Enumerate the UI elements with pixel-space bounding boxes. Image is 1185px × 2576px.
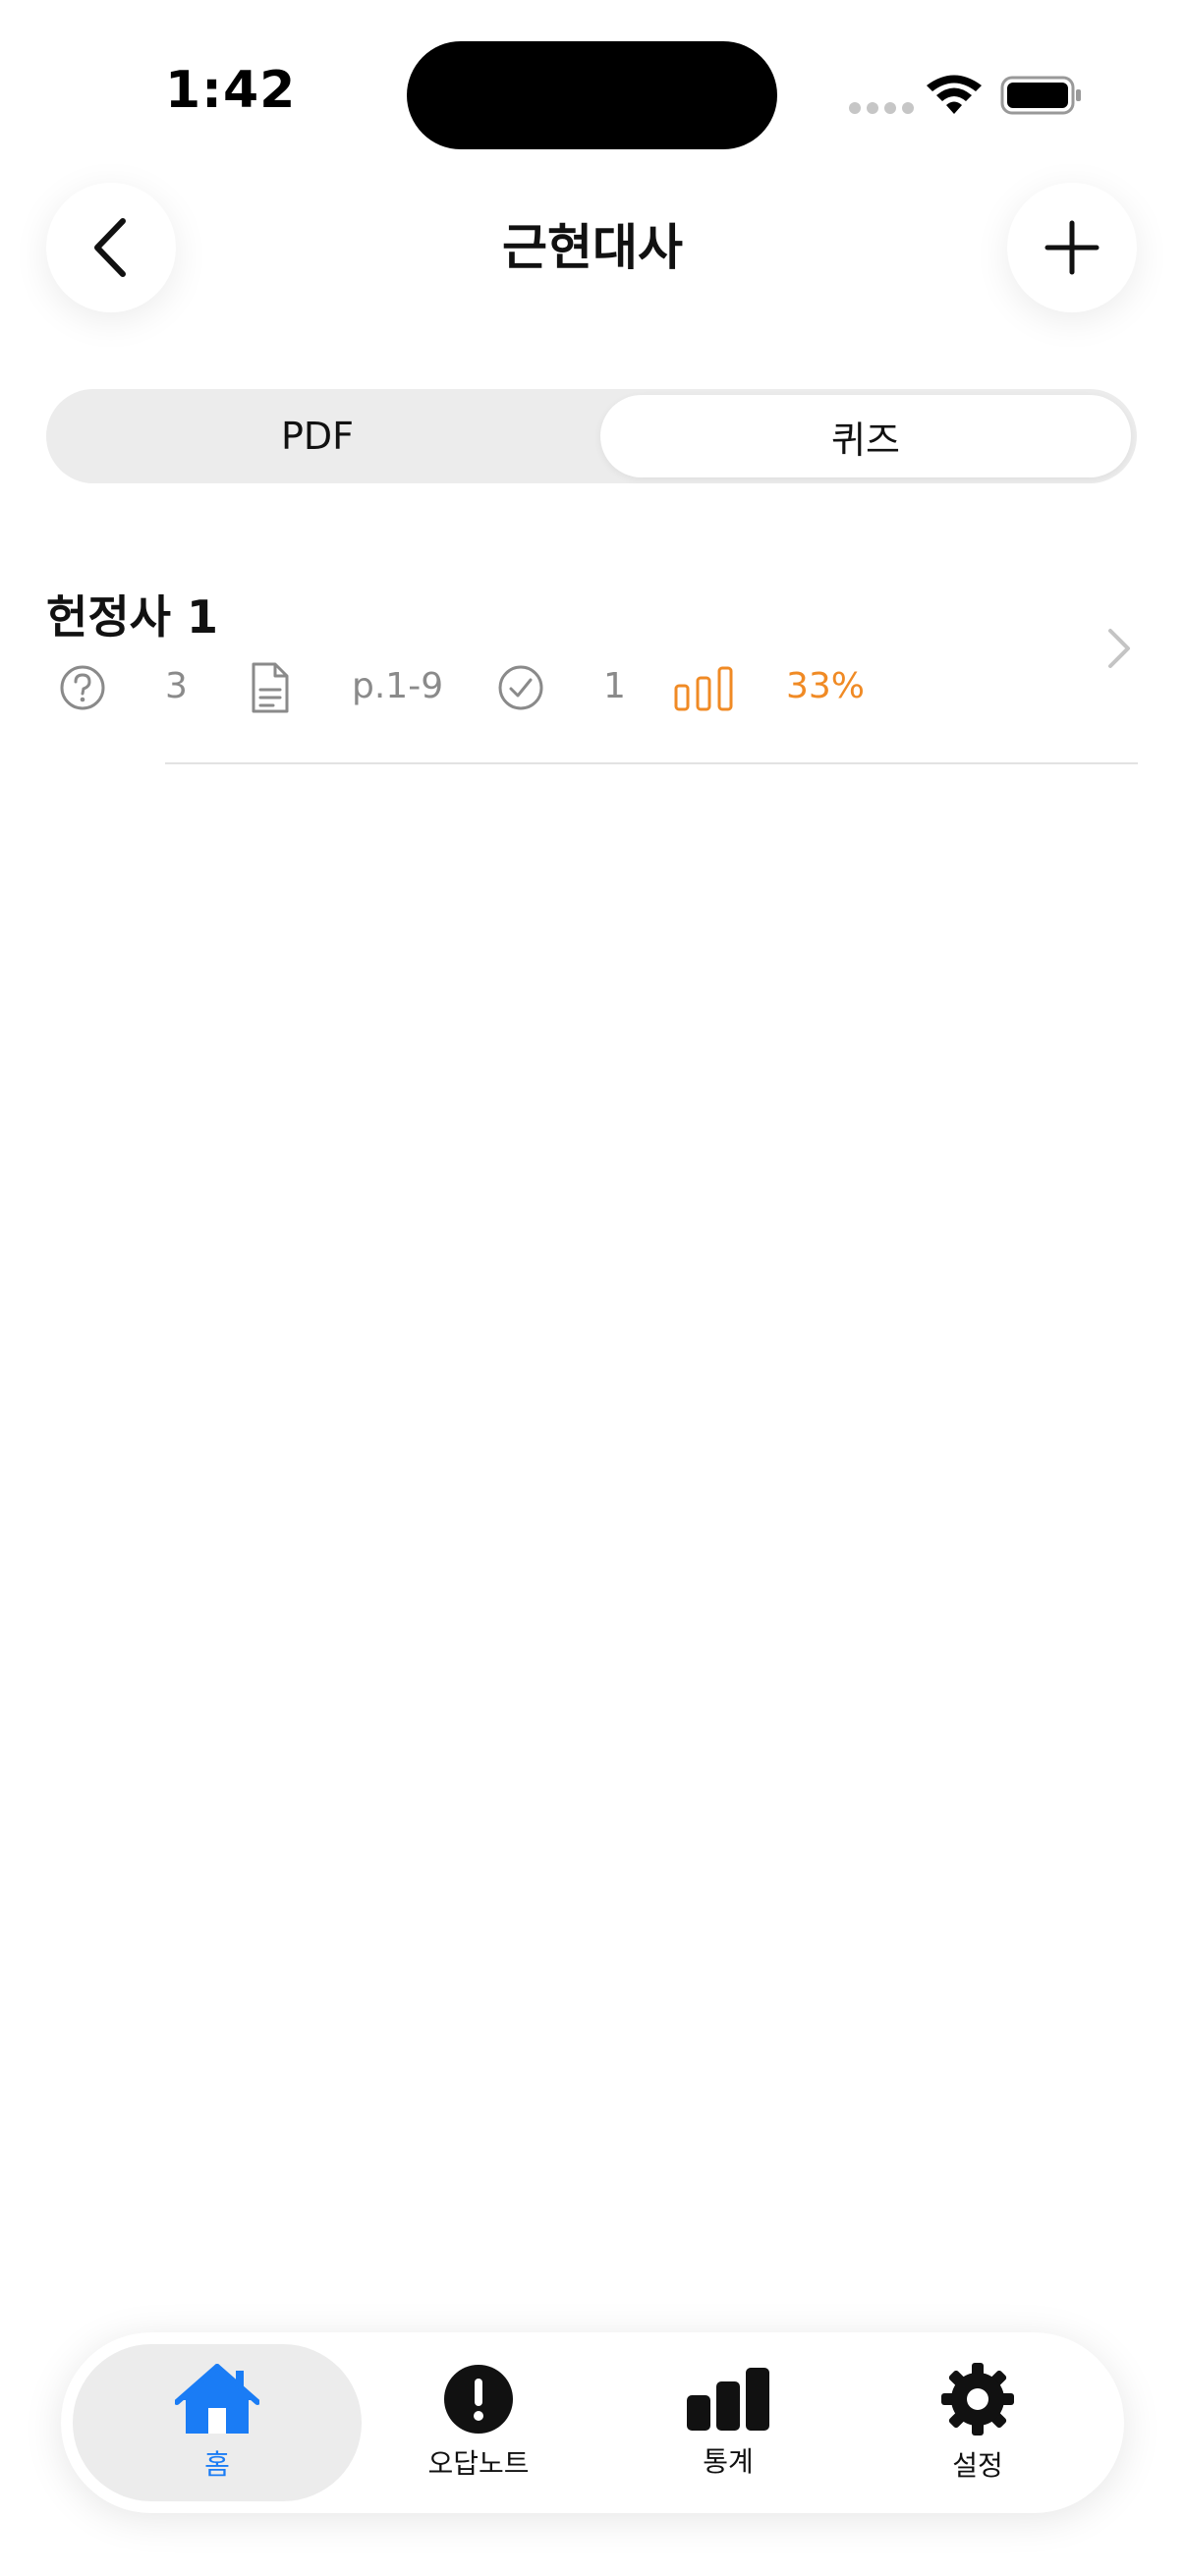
checkmark-circle-icon [498,665,543,710]
list-separator [165,762,1138,764]
tab-statistics-label: 통계 [703,2445,754,2478]
status-time: 1:42 [165,61,297,120]
score-percent: 33% [786,666,866,706]
score-bars-icon [674,666,733,711]
tab-home-label: 홈 [204,2448,230,2481]
tab-settings[interactable]: 설정 [833,2344,1122,2501]
plus-icon [1044,220,1100,275]
add-button[interactable] [1007,183,1137,312]
document-icon [252,662,289,713]
gear-icon [941,2363,1014,2436]
bar-chart-icon [687,2368,769,2431]
correct-count: 1 [603,666,626,706]
tab-wrong-answers-label: 오답노트 [427,2447,530,2480]
segmented-control: PDF 퀴즈 [46,389,1137,483]
house-icon [175,2364,259,2434]
question-circle-icon [60,665,105,710]
cellular-signal-icon [849,102,914,114]
page-range: p.1-9 [352,666,444,706]
tab-home[interactable]: 홈 [73,2344,362,2501]
wifi-icon [927,75,982,114]
tab-statistics[interactable]: 통계 [584,2344,873,2501]
quiz-list-item[interactable]: 헌정사 1 [0,550,1185,764]
segment-quiz[interactable]: 퀴즈 [600,395,1131,477]
segment-pdf[interactable]: PDF [52,395,583,477]
screen: 1:42 근현대사 PDF 퀴즈 헌정사 1 3 p.1-9 1 33% 홈 오… [0,0,1185,2576]
tab-wrong-answers[interactable]: 오답노트 [334,2344,623,2501]
tab-settings-label: 설정 [952,2449,1003,2482]
battery-icon [1000,76,1081,115]
quiz-title: 헌정사 1 [46,590,218,644]
chevron-right-icon [1108,629,1130,668]
tab-bar: 홈 오답노트 통계 설정 [61,2332,1124,2513]
question-count: 3 [165,666,188,706]
exclamation-circle-icon [444,2365,513,2434]
dynamic-island [407,41,777,149]
